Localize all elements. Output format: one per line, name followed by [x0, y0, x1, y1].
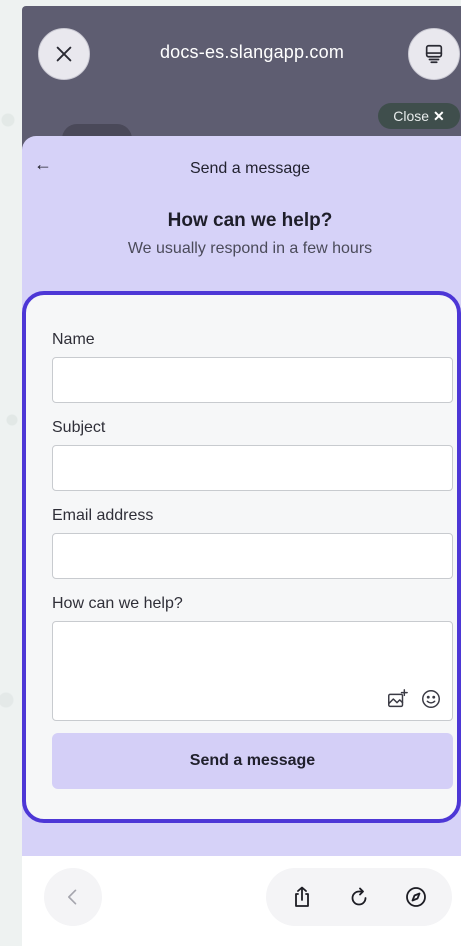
- name-label: Name: [52, 331, 95, 348]
- name-input[interactable]: [52, 357, 453, 403]
- close-tab-button[interactable]: [38, 28, 90, 80]
- widget-title: Send a message: [189, 160, 311, 177]
- message-label: How can we help?: [52, 595, 183, 612]
- send-message-button[interactable]: Send a message: [52, 733, 453, 789]
- close-label: Close: [393, 108, 430, 124]
- support-widget: ← Send a message How can we help? We usu…: [22, 136, 461, 856]
- browser-back-button[interactable]: [44, 868, 102, 926]
- emoji-icon[interactable]: [420, 688, 442, 710]
- compass-icon[interactable]: [404, 885, 428, 909]
- url-text[interactable]: docs-es.slangapp.com: [102, 42, 402, 63]
- share-icon[interactable]: [290, 885, 314, 909]
- message-textarea[interactable]: [52, 621, 453, 721]
- close-widget-button[interactable]: Close ✕: [378, 103, 460, 129]
- subject-label: Subject: [52, 419, 106, 436]
- contact-form: Name Subject Email address How can we he…: [22, 291, 461, 823]
- browser-frame: docs-es.slangapp.com Close ✕ ← Send a me…: [22, 6, 461, 946]
- browser-top-bar: docs-es.slangapp.com Close ✕: [22, 6, 461, 156]
- browser-actions: [266, 868, 452, 926]
- help-heading: How can we help?: [167, 210, 333, 231]
- browser-bottom-bar: [22, 856, 461, 946]
- reader-mode-button[interactable]: [408, 28, 460, 80]
- close-x-icon: ✕: [433, 107, 445, 124]
- image-add-icon[interactable]: [386, 688, 408, 710]
- reload-icon[interactable]: [347, 885, 371, 909]
- close-icon: [56, 46, 72, 62]
- email-label: Email address: [52, 507, 154, 524]
- email-input[interactable]: [52, 533, 453, 579]
- help-subtitle: We usually respond in a few hours: [127, 240, 373, 257]
- reader-icon: [425, 44, 443, 64]
- chevron-left-icon: [68, 889, 77, 905]
- subject-input[interactable]: [52, 445, 453, 491]
- textarea-tools: [386, 688, 442, 710]
- widget-header: ← Send a message How can we help? We usu…: [22, 136, 461, 296]
